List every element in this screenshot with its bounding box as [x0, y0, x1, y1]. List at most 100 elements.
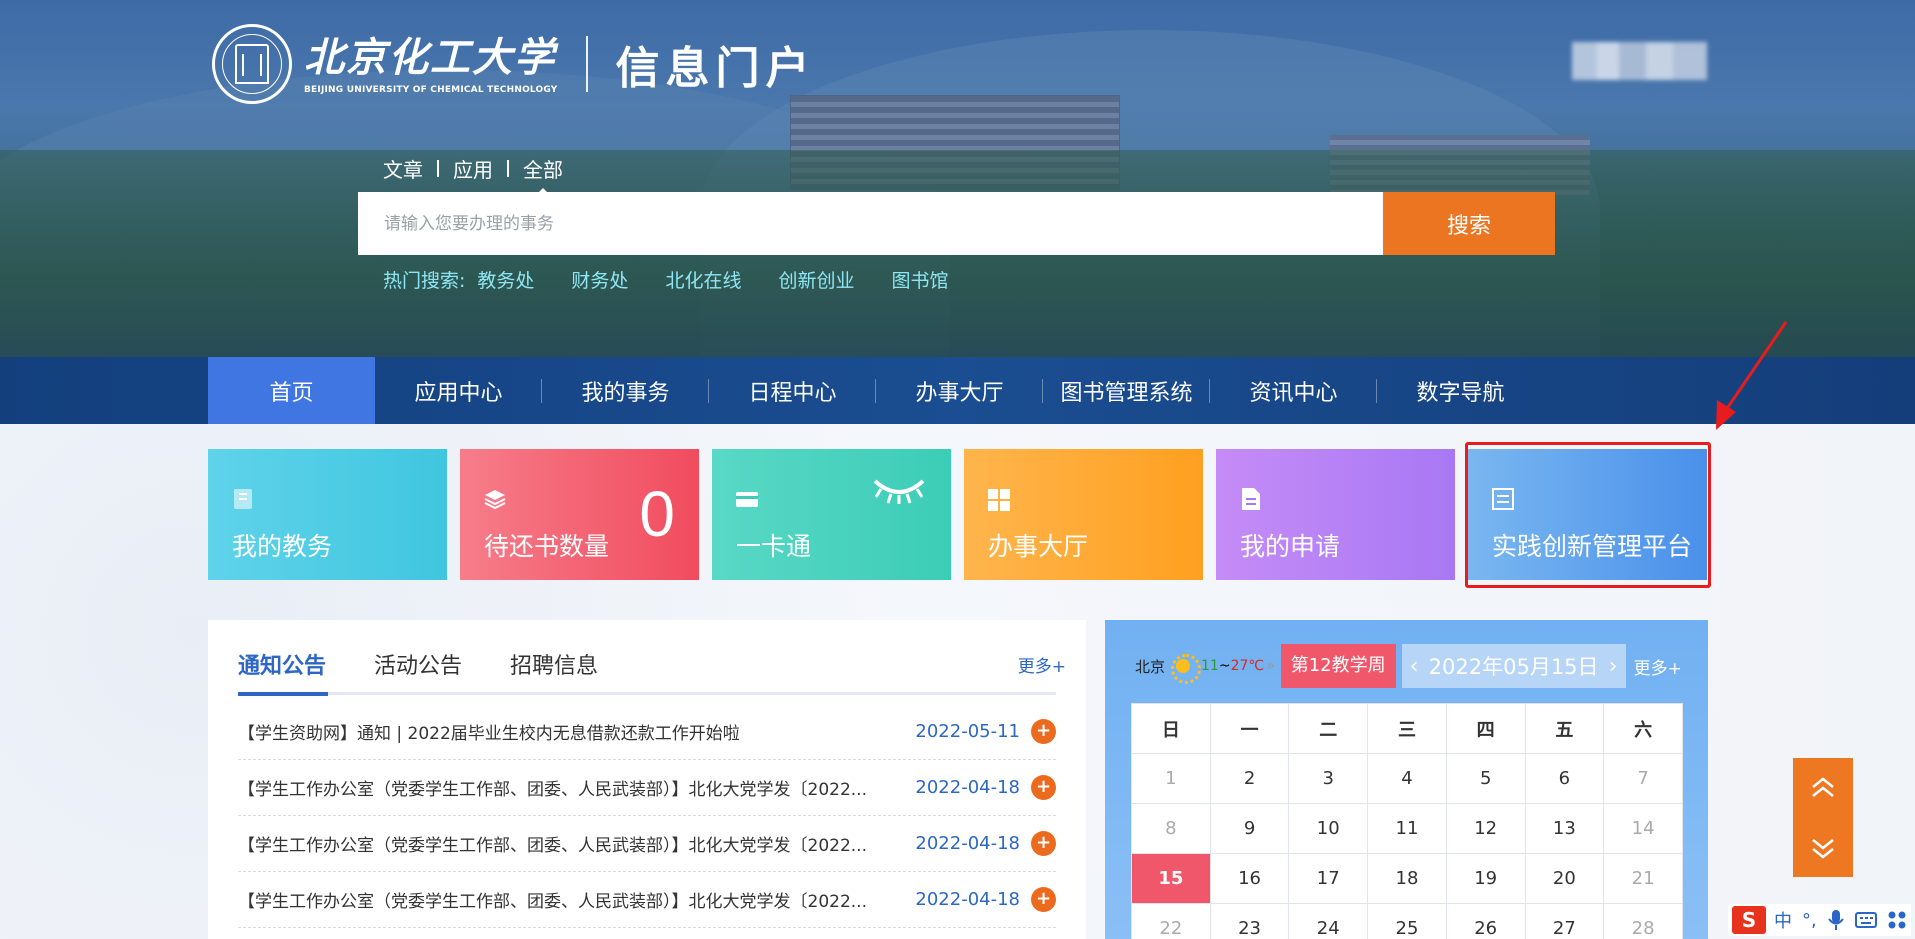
calendar-day[interactable]: 9 [1209, 803, 1290, 854]
ime-chinese-mode[interactable]: 中 [1774, 907, 1792, 933]
tab-recruitment[interactable]: 招聘信息 [510, 648, 598, 692]
card-innovation-platform[interactable]: 实践创新管理平台 [1468, 449, 1707, 580]
calendar-day[interactable]: 1 [1131, 753, 1211, 804]
calendar-day[interactable]: 12 [1445, 803, 1526, 854]
nav-news-center[interactable]: 资讯中心 [1210, 357, 1377, 424]
notice-date: 2022-04-18 [915, 889, 1020, 910]
tab-underline-track [238, 692, 1056, 695]
nav-service-hall[interactable]: 办事大厅 [876, 357, 1043, 424]
calendar-day[interactable]: 27 [1524, 903, 1605, 939]
keyboard-icon[interactable] [1854, 911, 1877, 929]
weekday-label: 六 [1603, 703, 1683, 754]
clipboard-icon [234, 489, 252, 509]
portal-title: 信息门户 [615, 43, 816, 94]
microphone-icon[interactable] [1827, 909, 1845, 931]
card-academic[interactable]: 我的教务 [208, 449, 447, 580]
calendar-day[interactable]: 26 [1445, 903, 1526, 939]
nav-app-center[interactable]: 应用中心 [375, 357, 542, 424]
calendar-day[interactable]: 25 [1367, 903, 1447, 939]
calendar-day[interactable]: 16 [1209, 853, 1290, 904]
search-button[interactable]: 搜索 [1383, 192, 1555, 255]
calendar-day[interactable]: 28 [1603, 903, 1683, 939]
tab-notices[interactable]: 通知公告 [238, 648, 326, 692]
calendar-day[interactable]: 17 [1288, 853, 1369, 904]
scroll-up-button[interactable] [1793, 758, 1853, 817]
hot-search-link[interactable]: 图书馆 [891, 266, 948, 293]
hot-search-link[interactable]: 教务处 [477, 266, 534, 293]
notice-title[interactable]: 【学生资助网】通知 | 2022届毕业生校内无息借款还款工作开始啦 [238, 719, 888, 744]
calendar-day[interactable]: 14 [1603, 803, 1683, 854]
plus-icon[interactable]: + [1031, 831, 1056, 856]
calendar-day[interactable]: 11 [1367, 803, 1447, 854]
calendar-day[interactable]: 10 [1288, 803, 1369, 854]
calendar-day[interactable]: 20 [1524, 853, 1605, 904]
nav-home[interactable]: 首页 [208, 357, 375, 424]
search-tab-apps[interactable]: 应用 [453, 154, 493, 183]
tab-activities[interactable]: 活动公告 [374, 648, 462, 692]
calendar-day[interactable]: 6 [1524, 753, 1605, 804]
weekday-label: 三 [1367, 703, 1447, 754]
search-input[interactable] [358, 192, 1383, 255]
university-logo[interactable]: 北京化工大学 BEIJING UNIVERSITY OF CHEMICAL TE… [212, 24, 816, 104]
card-my-applications[interactable]: 我的申请 [1216, 449, 1455, 580]
notices-more-link[interactable]: 更多+ [1018, 652, 1066, 677]
hot-search-link[interactable]: 创新创业 [778, 266, 854, 293]
chevron-left-icon[interactable]: ‹ [1410, 654, 1419, 679]
chevron-right-icon[interactable]: › [1609, 654, 1618, 679]
calendar-panel: 北京 11~27℃ » 第12教学周 ‹ 2022年05月15日 › 更多+ 日… [1105, 620, 1708, 939]
search-tab-all[interactable]: 全部 [523, 154, 563, 195]
nav-digital-guide[interactable]: 数字导航 [1377, 357, 1544, 424]
weekday-label: 一 [1209, 703, 1290, 754]
list-item[interactable]: 【学生工作办公室（党委学生工作部、团委、人民武装部）】北化大党学发〔2022..… [238, 872, 1056, 928]
weather-temp: 11~27℃ [1201, 658, 1264, 674]
calendar-day-today[interactable]: 15 [1131, 853, 1211, 904]
hot-search-link[interactable]: 财务处 [571, 266, 628, 293]
card-books-due[interactable]: 待还书数量 0 [460, 449, 699, 580]
calendar-day[interactable]: 3 [1288, 753, 1369, 804]
hot-search-link[interactable]: 北化在线 [665, 266, 741, 293]
nav-my-affairs[interactable]: 我的事务 [542, 357, 709, 424]
calendar-day[interactable]: 19 [1445, 853, 1526, 904]
tab-separator [507, 160, 509, 177]
eye-closed-icon[interactable] [871, 475, 927, 505]
scroll-down-button[interactable] [1793, 818, 1853, 877]
nav-library-system[interactable]: 图书管理系统 [1043, 357, 1210, 424]
calendar-day[interactable]: 22 [1131, 903, 1211, 939]
calendar-day[interactable]: 4 [1367, 753, 1447, 804]
calendar-day[interactable]: 13 [1524, 803, 1605, 854]
notice-title[interactable]: 【学生工作办公室（党委学生工作部、团委、人民武装部）】北化大党学发〔2022..… [238, 887, 888, 912]
calendar-day[interactable]: 24 [1288, 903, 1369, 939]
notice-title[interactable]: 【学生工作办公室（党委学生工作部、团委、人民武装部）】北化大党学发〔2022..… [238, 831, 888, 856]
grid-icon [988, 489, 1010, 511]
weekday-label: 二 [1288, 703, 1369, 754]
quick-cards: 我的教务 待还书数量 0 一卡通 办事大厅 我的申请 实践创新管理平台 [208, 449, 1707, 580]
tab-underline-active [238, 692, 328, 696]
notice-list: 【学生资助网】通知 | 2022届毕业生校内无息借款还款工作开始啦 2022-0… [238, 704, 1056, 928]
calendar-day[interactable]: 7 [1603, 753, 1683, 804]
calendar-day[interactable]: 2 [1209, 753, 1290, 804]
list-item[interactable]: 【学生工作办公室（党委学生工作部、团委、人民武装部）】北化大党学发〔2022..… [238, 816, 1056, 872]
nav-schedule[interactable]: 日程中心 [709, 357, 876, 424]
plus-icon[interactable]: + [1031, 775, 1056, 800]
calendar-day[interactable]: 18 [1367, 853, 1447, 904]
notice-panel: 通知公告 活动公告 招聘信息 更多+ 【学生资助网】通知 | 2022届毕业生校… [208, 620, 1086, 939]
apps-icon[interactable] [1887, 910, 1907, 930]
card-campus-card[interactable]: 一卡通 [712, 449, 951, 580]
search-tab-articles[interactable]: 文章 [383, 154, 423, 183]
calendar-day[interactable]: 21 [1603, 853, 1683, 904]
list-item[interactable]: 【学生资助网】通知 | 2022届毕业生校内无息借款还款工作开始啦 2022-0… [238, 704, 1056, 760]
card-label: 我的申请 [1240, 532, 1341, 561]
calendar-day[interactable]: 23 [1209, 903, 1290, 939]
ime-punctuation[interactable]: °, [1802, 910, 1817, 931]
notice-title[interactable]: 【学生工作办公室（党委学生工作部、团委、人民武装部）】北化大党学发〔2022..… [238, 775, 888, 800]
calendar-day[interactable]: 5 [1445, 753, 1526, 804]
ime-logo[interactable]: S [1732, 906, 1766, 934]
user-info-blurred[interactable] [1572, 42, 1707, 80]
plus-icon[interactable]: + [1031, 887, 1056, 912]
calendar-more-link[interactable]: 更多+ [1634, 654, 1682, 679]
list-item[interactable]: 【学生工作办公室（党委学生工作部、团委、人民武装部）】北化大党学发〔2022..… [238, 760, 1056, 816]
calendar-day[interactable]: 8 [1131, 803, 1211, 854]
double-chevron-up-icon [1812, 776, 1834, 797]
card-service-hall[interactable]: 办事大厅 [964, 449, 1203, 580]
plus-icon[interactable]: + [1031, 719, 1056, 744]
